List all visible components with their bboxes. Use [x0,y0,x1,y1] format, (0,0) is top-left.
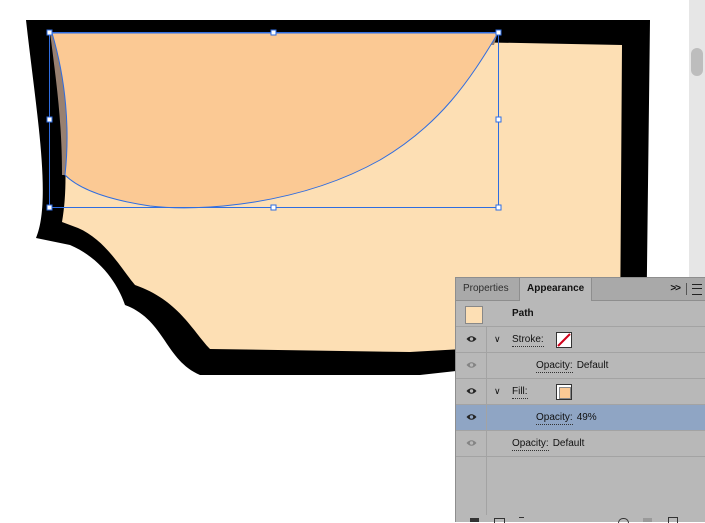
eye-column-divider [486,457,487,515]
stroke-label-text[interactable]: Stroke: [512,334,544,347]
scrollbar-thumb[interactable] [691,48,703,76]
panel-empty-area [456,457,705,515]
handle-bottom-left[interactable] [46,204,53,211]
fill-visibility-column [456,379,487,404]
add-new-effect-icon[interactable] [519,517,524,523]
collapse-panel-icon[interactable]: >> [670,283,681,294]
handle-bottom-right[interactable] [495,204,502,211]
handle-middle-left[interactable] [46,116,53,123]
fill-opacity-label-text[interactable]: Opacity: [536,412,573,425]
stroke-label[interactable]: Stroke: [512,327,544,352]
fill-color-chip [559,387,571,399]
eye-icon[interactable] [466,387,477,395]
object-opacity-label[interactable]: Opacity: Default [512,431,584,456]
eye-icon[interactable] [466,361,477,369]
fill-row[interactable]: ∨ Fill: [456,379,705,405]
object-row[interactable]: Path [456,301,705,327]
panel-tab-bar: Properties Appearance >> [456,278,705,301]
stroke-opacity-label[interactable]: Opacity: Default [536,353,608,378]
object-label: Path [512,308,534,319]
delete-item-icon[interactable] [668,517,678,523]
handle-middle-right[interactable] [495,116,502,123]
appearance-panel: Properties Appearance >> Path ∨ Stroke: … [455,277,705,523]
fill-opacity-visibility-column [456,405,487,430]
chevron-down-icon[interactable]: ∨ [494,334,501,345]
fill-color-swatch[interactable] [556,384,572,400]
stroke-opacity-row[interactable]: Opacity: Default [456,353,705,379]
stroke-visibility-column [456,327,487,352]
eye-icon[interactable] [466,439,477,447]
stroke-opacity-value: Default [576,360,609,371]
duplicate-item-icon[interactable] [643,518,652,522]
object-opacity-label-text[interactable]: Opacity: [512,438,549,451]
chevron-down-icon[interactable]: ∨ [494,386,501,397]
tab-appearance[interactable]: Appearance [519,278,593,301]
tab-divider [686,283,687,295]
object-thumbnail [465,306,483,324]
stroke-none-swatch[interactable] [556,332,572,348]
stroke-opacity-label-text[interactable]: Opacity: [536,360,573,373]
eye-icon[interactable] [466,413,477,421]
fill-label[interactable]: Fill: [512,379,528,404]
stroke-row[interactable]: ∨ Stroke: [456,327,705,353]
fill-label-text[interactable]: Fill: [512,386,528,399]
fill-opacity-value: 49% [576,412,597,423]
add-new-stroke-icon[interactable] [470,518,479,522]
tab-properties[interactable]: Properties [456,278,516,300]
object-opacity-visibility-column [456,431,487,456]
object-opacity-value: Default [552,438,585,449]
eye-icon[interactable] [466,335,477,343]
panel-menu-icon[interactable] [692,284,702,295]
handle-top-center[interactable] [270,29,277,36]
stroke-opacity-visibility-column [456,353,487,378]
handle-top-right[interactable] [495,29,502,36]
fill-opacity-label[interactable]: Opacity: 49% [536,405,597,430]
handle-bottom-center[interactable] [270,204,277,211]
panel-bottom-toolbar [456,516,705,523]
handle-top-left[interactable] [46,29,53,36]
fill-opacity-row[interactable]: Opacity: 49% [456,405,705,431]
object-opacity-row[interactable]: Opacity: Default [456,431,705,457]
